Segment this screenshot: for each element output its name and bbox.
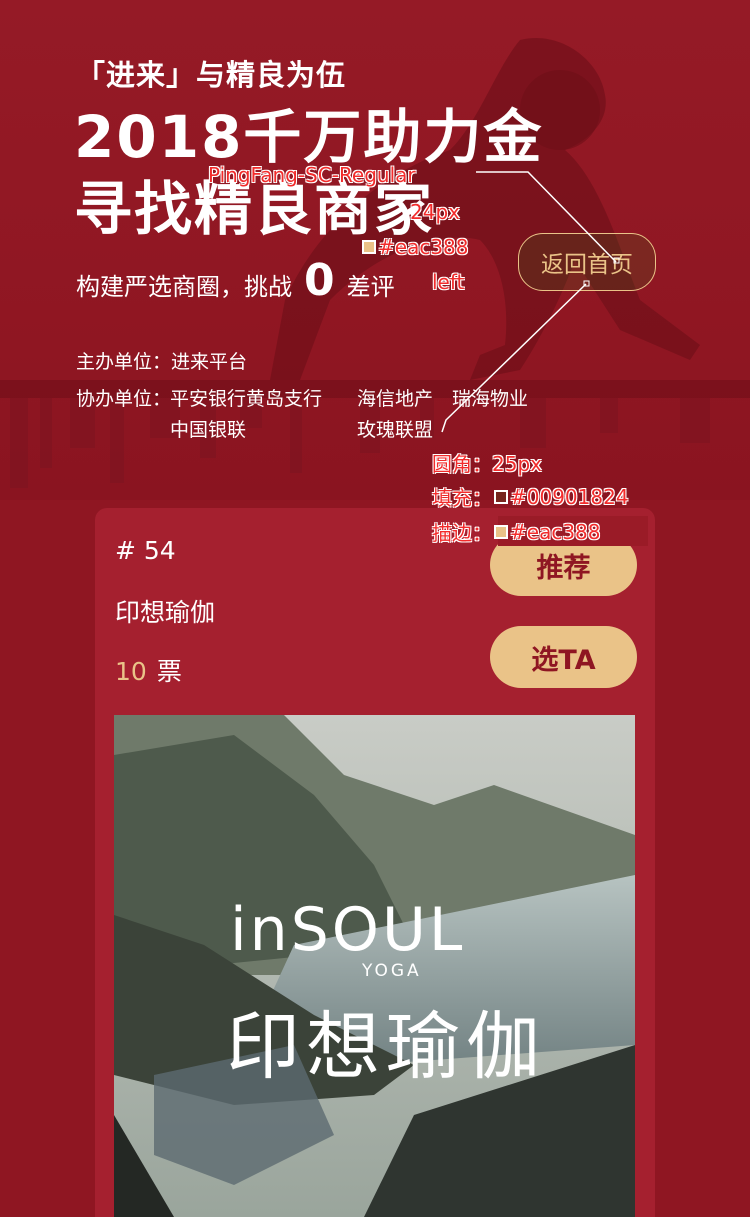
annotation-radius: 圆角：25px [432,452,542,476]
annotation-size: 24px [410,200,460,224]
back-home-button[interactable]: 返回首页 [518,233,656,291]
stroke-swatch [494,524,508,539]
host-label: 主办单位：进来平台 [76,347,247,374]
annotation-stroke-value: #eac388 [510,519,601,544]
co-organizer: 玫瑰联盟 [357,419,434,441]
annotation-fill-value: #00901824 [510,484,629,509]
annotation-stroke-label: 描边： [432,521,492,545]
host-name: 进来平台 [171,351,248,373]
landscape-image [114,715,635,1217]
shop-name: 印想瑜伽 [115,598,216,627]
shop-photo[interactable] [114,715,635,1217]
hero-tagline: 「进来」与精良为伍 [76,58,347,92]
vote-count-unit: 票 [156,657,182,686]
challenge-number: 0 [304,255,335,306]
challenge-prefix: 构建严选商圈，挑战 [76,273,292,301]
vote-button[interactable]: 选TA [490,626,637,688]
color-swatch [362,240,376,254]
hero-headline-2: 寻找精良商家 [74,175,435,243]
shop-number: # 54 [115,536,176,565]
fill-swatch [494,489,508,504]
co-organizer: 瑞海物业 [452,388,529,410]
annotation-stroke: 描边： #eac388 [432,517,601,546]
annotation-fill-label: 填充： [432,486,492,510]
annotation-color-value: #eac388 [378,235,469,259]
co-organizer-label: 协办单位： [76,388,172,410]
co-organizer: 海信地产 [357,388,434,410]
annotation-font: PingFang-SC-Regular [208,163,416,187]
annotation-align: left [432,270,465,294]
challenge-line: 构建严选商圈，挑战 0 差评 [76,255,395,306]
co-organizer: 平安银行黄岛支行 [170,388,323,410]
vote-count: 10 票 [115,652,182,688]
challenge-suffix: 差评 [346,273,395,301]
annotation-fill: 填充： #00901824 [432,482,629,511]
co-organizer: 中国银联 [170,419,247,441]
annotation-color: #eac388 [362,235,469,259]
hero-headline-1: 2018千万助力金 [74,103,544,171]
host-label-text: 主办单位： [76,351,172,373]
vote-count-value: 10 [115,657,147,686]
